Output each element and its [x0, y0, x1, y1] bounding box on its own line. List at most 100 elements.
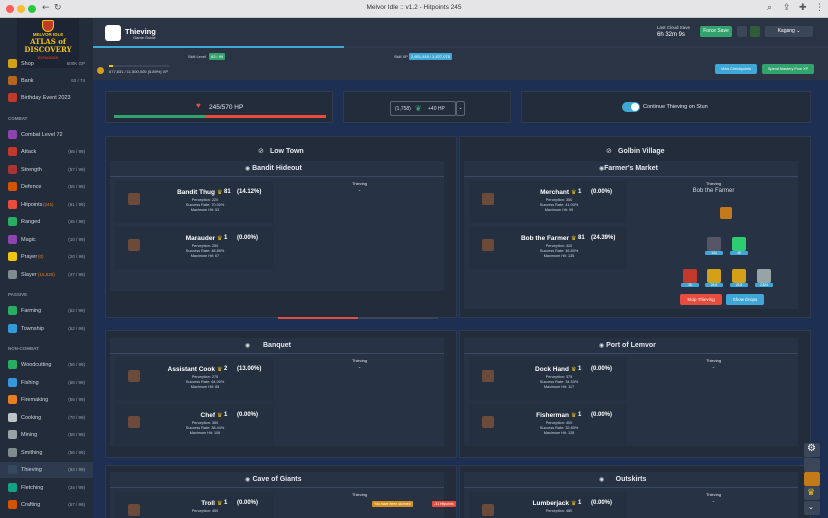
thieving-target-label: Thieving	[705, 181, 722, 186]
npc-name: Marauder	[185, 235, 215, 242]
npc-mastery-percent: (24.39%)	[591, 235, 616, 241]
nav-strength[interactable]: Strength (57 / 99)	[0, 162, 93, 178]
food-heal-amount: +40 HP	[428, 106, 445, 112]
nav-farming[interactable]: Farming (62 / 99)	[0, 303, 93, 319]
settings-gear-icon[interactable]: ⚙	[804, 443, 820, 457]
npc-stat: Maximum Hit: 67	[190, 254, 220, 258]
divider	[110, 176, 444, 177]
divider	[464, 176, 798, 177]
drop-item-qty: 48	[730, 251, 748, 255]
npc-icon	[128, 504, 140, 516]
drop-item-icon[interactable]	[732, 269, 746, 283]
birthday-event-icon	[8, 93, 17, 102]
nav-shop[interactable]: Shop 500K GP	[0, 56, 93, 72]
npc-mastery-level: 1	[578, 366, 582, 372]
nav-count: (58 / 99)	[68, 432, 85, 437]
status-button[interactable]	[750, 26, 760, 37]
nav-defence[interactable]: Defence (55 / 99)	[0, 179, 93, 195]
user-dropdown[interactable]: Kagang ⌄	[765, 26, 813, 37]
menu-icon[interactable]: ⋮	[815, 3, 824, 13]
nav-count: (10 / 99)	[68, 236, 85, 242]
trophy-icon[interactable]: ♛	[804, 486, 820, 500]
nav-combat-level[interactable]: Combat Level 72	[0, 127, 93, 143]
bank-icon	[8, 76, 17, 85]
nav-prayer[interactable]: Prayer (0) (20 / 99)	[0, 249, 93, 265]
search-icon[interactable]: ⌕	[767, 3, 772, 13]
nav-woodcutting[interactable]: Woodcutting (56 / 99)	[0, 357, 93, 373]
nav-firemaking[interactable]: Firemaking (56 / 99)	[0, 392, 93, 408]
force-save-button[interactable]: Force Save	[700, 26, 732, 37]
chevron-down-icon: ⌄	[794, 28, 801, 34]
nav-bank[interactable]: Bank 63 / 74	[0, 73, 93, 89]
npc-name: Bob the Farmer	[520, 235, 569, 242]
npc-name: Bandit Thug	[177, 189, 215, 196]
show-drops-button[interactable]: Show Drops	[726, 294, 764, 305]
spend-mastery-button[interactable]: Spend Mastery Pool XP	[762, 64, 814, 74]
nav-hitpoints[interactable]: Hitpoints (245) (61 / 99)	[0, 197, 93, 213]
skill-level-label: Skill Level	[188, 54, 207, 59]
food-panel: (1,758) ❦ +40 HP ⌄	[343, 91, 511, 123]
food-equip-box[interactable]: (1,758) ❦ +40 HP	[390, 101, 456, 116]
eye-slash-icon[interactable]: ⊘	[258, 147, 264, 155]
view-checkpoints-button[interactable]: View Checkpoints	[715, 64, 757, 74]
eye-slash-icon[interactable]: ⊘	[606, 147, 612, 155]
nav-thieving[interactable]: Thieving (83 / 99)	[0, 462, 93, 478]
extensions-icon[interactable]: ✚	[799, 3, 807, 13]
drop-item-icon[interactable]	[683, 269, 697, 283]
collapse-chevron-icon[interactable]: ⌄	[804, 501, 820, 515]
thieving-progress-bar	[278, 317, 438, 319]
drop-item-icon[interactable]	[732, 237, 746, 251]
nav-smithing[interactable]: Smithing (56 / 99)	[0, 445, 93, 461]
nav-mining[interactable]: Mining (58 / 99)	[0, 427, 93, 443]
npc-mastery-percent: (14.12%)	[237, 189, 262, 195]
nav-count: (56 / 99)	[68, 449, 85, 455]
thieving-target-label: Thieving	[351, 358, 368, 363]
nav-fletching[interactable]: Fletching (34 / 99)	[0, 480, 93, 496]
stop-thieving-button[interactable]: Stop Thieving	[680, 294, 722, 305]
food-icon: ❦	[415, 104, 422, 113]
nav-sub-value: (0)	[38, 254, 44, 259]
pet-icon[interactable]	[804, 472, 820, 486]
nav-birthday-event[interactable]: Birthday Event 2023	[0, 90, 93, 106]
skill-xp-fill	[93, 46, 345, 48]
npc-stat: Maximum Hit: 85	[190, 385, 220, 389]
thieving-area-card: ◉ Cave of Giants Troll ♛ 1 (0.00%) Perception:…	[110, 472, 444, 518]
thieving-target-value: -	[358, 365, 361, 371]
drop-item-icon[interactable]	[757, 269, 771, 283]
drop-item-qty: 38	[681, 283, 699, 287]
npc-icon	[482, 370, 494, 382]
thieving-target-value: Bob the Farmer	[692, 188, 735, 194]
nav-township[interactable]: Township (52 / 99)	[0, 321, 93, 337]
npc-name: Fisherman	[536, 412, 569, 419]
nav-cooking[interactable]: Cooking (70 / 99)	[0, 410, 93, 426]
food-dropdown-button[interactable]: ⌄	[456, 101, 465, 116]
nav-slayer[interactable]: Slayer (15,530) (47 / 99)	[0, 267, 93, 283]
drop-item-icon[interactable]	[707, 237, 721, 251]
nav-attack[interactable]: Attack (65 / 99)	[0, 144, 93, 160]
notifications-button[interactable]	[737, 26, 747, 37]
nav-ranged[interactable]: Ranged (45 / 99)	[0, 214, 93, 230]
trophy-icon: ♛	[217, 190, 223, 196]
npc-name: Troll	[201, 500, 215, 507]
last-save-label: Last Cloud Save	[657, 25, 691, 30]
continue-on-stun-toggle[interactable]	[622, 102, 640, 112]
crafting-icon	[8, 500, 17, 509]
defence-icon	[8, 182, 17, 191]
drop-item-icon[interactable]	[707, 269, 721, 283]
nav-label: Bank	[21, 78, 34, 84]
nav-label: Prayer	[21, 254, 38, 260]
drop-item-qty: 26.8	[705, 283, 723, 287]
nav-count: (47 / 99)	[68, 271, 85, 277]
share-icon[interactable]: ⇪	[783, 3, 791, 13]
npc-name: Chef	[200, 412, 215, 419]
nav-crafting[interactable]: Crafting (57 / 99)	[0, 497, 93, 513]
nav-fishing[interactable]: Fishing (68 / 99)	[0, 375, 93, 391]
character-icon[interactable]	[804, 458, 820, 472]
nav-label: Slayer	[21, 271, 37, 278]
sidebar: MELVOR IDLE ATLAS of DISCOVERY EXPANSION…	[0, 18, 93, 518]
nav-count: (55 / 99)	[68, 184, 85, 189]
nav-magic[interactable]: Magic (10 / 99)	[0, 232, 93, 248]
game-guide-link[interactable]: Game Guide	[133, 35, 156, 40]
nav-count: (20 / 99)	[68, 254, 85, 259]
strength-icon	[8, 164, 17, 174]
